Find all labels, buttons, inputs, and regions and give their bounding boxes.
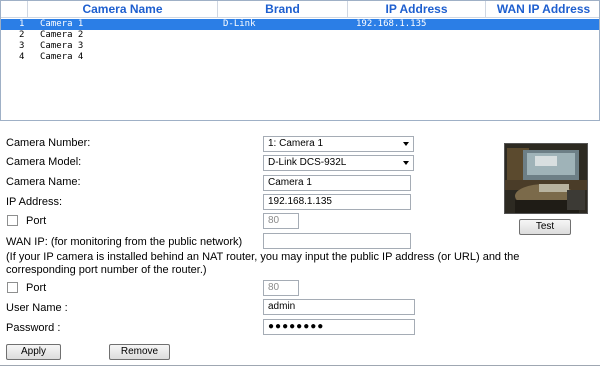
wan-port-label: Port: [26, 282, 47, 294]
camera-name-field[interactable]: Camera 1: [263, 175, 411, 191]
divider: [0, 365, 600, 366]
username-field[interactable]: admin: [263, 299, 415, 315]
wan-port-field[interactable]: 80: [263, 280, 299, 296]
port-label: Port: [26, 215, 47, 227]
camera-preview-scene: [505, 144, 587, 213]
apply-button[interactable]: Apply: [6, 344, 61, 360]
test-button[interactable]: Test: [519, 219, 571, 235]
password-label: Password :: [6, 322, 61, 334]
row-number: 3: [19, 41, 25, 51]
camera-model-select[interactable]: D-Link DCS-932L: [263, 155, 414, 171]
remove-button[interactable]: Remove: [109, 344, 170, 360]
port-checkbox[interactable]: [7, 215, 18, 226]
wan-ip-note: (If your IP camera is installed behind a…: [6, 251, 520, 276]
camera-model-label: Camera Model:: [6, 156, 82, 168]
column-header-brand[interactable]: Brand: [218, 1, 348, 18]
table-row[interactable]: 2 Camera 2: [1, 30, 599, 41]
chevron-down-icon: [403, 161, 409, 165]
ip-address-label: IP Address:: [6, 196, 63, 208]
row-camera-name: Camera 4: [40, 52, 84, 62]
column-header-number: [1, 1, 28, 18]
row-camera-name: Camera 2: [40, 30, 84, 40]
password-field[interactable]: ●●●●●●●●: [263, 319, 415, 335]
camera-number-select[interactable]: 1: Camera 1: [263, 136, 414, 152]
column-header-camera-name[interactable]: Camera Name: [28, 1, 218, 18]
camera-list-header: Camera Name Brand IP Address WAN IP Addr…: [1, 1, 599, 18]
camera-list-rows: 1 Camera 1 D-Link 192.168.1.135 2 Camera…: [1, 19, 599, 63]
row-brand: D-Link: [223, 19, 256, 29]
row-number: 2: [19, 30, 25, 40]
camera-model-value: D-Link DCS-932L: [268, 157, 347, 168]
camera-name-label: Camera Name:: [6, 176, 81, 188]
row-number: 1: [19, 19, 25, 29]
camera-number-label: Camera Number:: [6, 137, 91, 149]
row-number: 4: [19, 52, 25, 62]
table-row[interactable]: 1 Camera 1 D-Link 192.168.1.135: [1, 19, 599, 30]
column-header-wan-ip-address[interactable]: WAN IP Address: [486, 1, 599, 18]
table-row[interactable]: 3 Camera 3: [1, 41, 599, 52]
row-camera-name: Camera 1: [40, 19, 84, 29]
camera-number-value: 1: Camera 1: [268, 138, 324, 149]
wan-ip-field[interactable]: [263, 233, 411, 249]
wan-port-checkbox[interactable]: [7, 282, 18, 293]
row-ip-address: 192.168.1.135: [356, 19, 427, 29]
username-label: User Name :: [6, 302, 68, 314]
port-field[interactable]: 80: [263, 213, 299, 229]
camera-list[interactable]: Camera Name Brand IP Address WAN IP Addr…: [0, 0, 600, 121]
chevron-down-icon: [403, 142, 409, 146]
table-row[interactable]: 4 Camera 4: [1, 52, 599, 63]
ip-address-field[interactable]: 192.168.1.135: [263, 194, 411, 210]
wan-ip-label: WAN IP: (for monitoring from the public …: [6, 236, 243, 248]
camera-preview-image: [504, 143, 588, 214]
row-camera-name: Camera 3: [40, 41, 84, 51]
column-header-ip-address[interactable]: IP Address: [348, 1, 486, 18]
